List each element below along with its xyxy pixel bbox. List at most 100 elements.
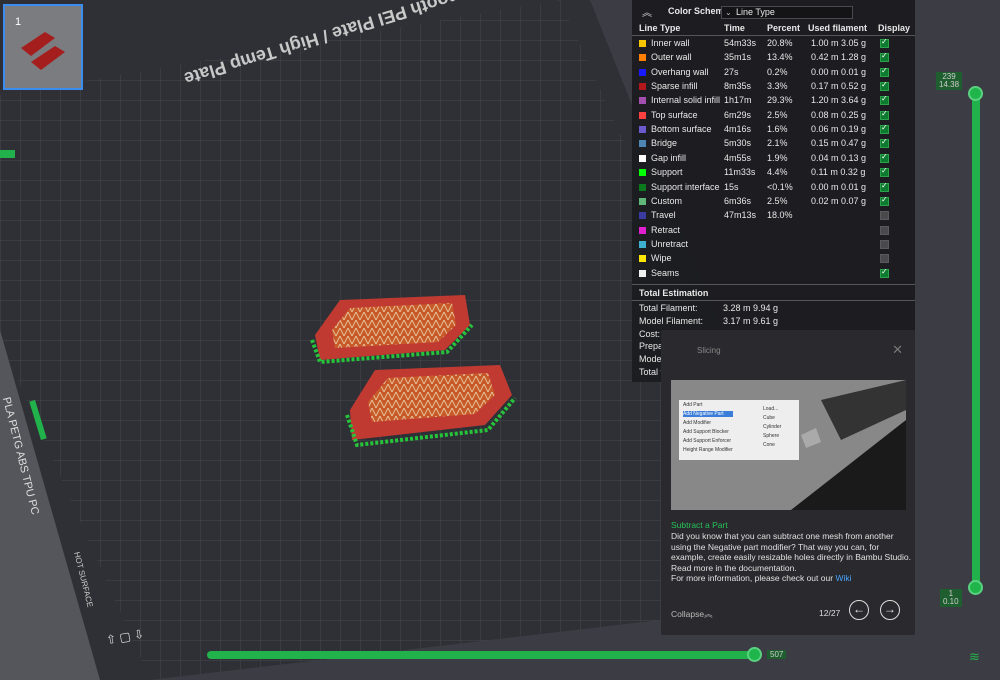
line-type-time: 8m35s: [724, 81, 752, 92]
layers-icon[interactable]: ≋: [969, 649, 980, 665]
line-type-time: 4m55s: [724, 152, 752, 163]
layer-slider-top-thumb[interactable]: [968, 86, 983, 101]
line-type-percent: 2.5%: [767, 195, 788, 206]
legend-row: Travel 47m13s 18.0%: [632, 209, 915, 223]
line-type-time: 15s: [724, 181, 739, 192]
submenu-item: Load...: [763, 406, 779, 412]
line-type-time: 6m36s: [724, 195, 752, 206]
line-type-swatch: [639, 212, 646, 220]
display-checkbox[interactable]: [880, 181, 889, 192]
horizontal-move-slider[interactable]: [207, 651, 757, 659]
legend-row: Sparse infill 8m35s 3.3% 0.17 m 0.52 g: [632, 80, 915, 94]
next-tip-button[interactable]: →: [880, 600, 900, 620]
line-type-name: Bottom surface: [651, 124, 712, 135]
line-type-name: Internal solid infill: [651, 95, 721, 106]
display-checkbox[interactable]: [880, 66, 889, 77]
chevron-down-icon: ⌄: [725, 8, 732, 17]
line-type-swatch: [639, 68, 646, 76]
submenu-item: Cone: [763, 442, 775, 448]
tip-more-text: For more information, please check out o…: [671, 573, 834, 583]
display-checkbox[interactable]: [880, 152, 889, 163]
header-used-filament: Used filament: [808, 23, 868, 33]
tip-image: Add Part Add Negative Part Add Modifier Add…: [671, 380, 906, 510]
horizontal-slider-thumb[interactable]: [747, 647, 762, 662]
tip-page-counter: 12/27: [819, 608, 841, 618]
color-scheme-select[interactable]: ⌄ Line Type: [721, 6, 853, 19]
line-type-name: Custom: [651, 195, 683, 206]
legend-row: Inner wall 54m33s 20.8% 1.00 m 3.05 g: [632, 37, 915, 51]
line-type-swatch: [639, 169, 646, 177]
line-type-name: Support interface: [651, 181, 720, 192]
legend-row: Bridge 5m30s 2.1% 0.15 m 0.47 g: [632, 137, 915, 151]
line-type-time: 1h17m: [724, 95, 752, 106]
display-checkbox[interactable]: [880, 109, 889, 120]
wiki-link[interactable]: Wiki: [835, 573, 851, 583]
line-type-used-filament: 0.06 m 0.19 g: [811, 124, 867, 135]
legend-row: Support 11m33s 4.4% 0.11 m 0.32 g: [632, 166, 915, 180]
layer-slider[interactable]: [972, 92, 980, 587]
menu-item: Add Support Blocker: [683, 429, 729, 435]
legend-row: Wipe: [632, 252, 915, 266]
close-icon[interactable]: ✕: [892, 342, 903, 358]
previous-tip-button[interactable]: ←: [849, 600, 869, 620]
display-checkbox[interactable]: [880, 166, 889, 178]
display-checkbox[interactable]: [880, 80, 889, 92]
line-type-time: 47m13s: [724, 210, 757, 221]
line-type-used-filament: 0.02 m 0.07 g: [811, 195, 867, 206]
menu-item: Add Part: [683, 402, 703, 408]
tip-description: Did you know that you can subtract one m…: [671, 531, 911, 584]
legend-row: Overhang wall 27s 0.2% 0.00 m 0.01 g: [632, 66, 915, 80]
total-key: Total Filament:: [639, 303, 698, 313]
plate-thumbnail[interactable]: 1: [3, 4, 83, 90]
line-type-time: 5m30s: [724, 138, 752, 149]
line-type-swatch: [639, 111, 646, 119]
submenu-item: Cylinder: [763, 424, 782, 430]
display-checkbox[interactable]: [880, 137, 889, 149]
line-type-percent: 29.3%: [767, 95, 793, 106]
total-key: Cost:: [639, 328, 661, 339]
total-row: Total Filament: 3.28 m 9.94 g: [639, 303, 909, 316]
3d-viewport[interactable]: Bambu Smooth PEI Plate / High Temp Plate…: [0, 0, 1000, 680]
line-type-percent: 20.8%: [767, 38, 793, 48]
display-checkbox[interactable]: [880, 225, 889, 235]
legend-header: ︽ Color Scheme ⌄ Line Type: [632, 0, 915, 21]
line-type-used-filament: 0.15 m 0.47 g: [811, 138, 867, 149]
display-checkbox[interactable]: [880, 211, 889, 221]
line-type-percent: 1.9%: [767, 152, 788, 163]
line-type-time: 11m33s: [724, 167, 756, 178]
collapse-chevron-icon[interactable]: ︽: [642, 4, 652, 19]
line-type-used-filament: 0.42 m 1.28 g: [811, 52, 867, 63]
line-type-name: Seams: [651, 267, 680, 278]
header-line-type: Line Type: [639, 23, 681, 33]
line-type-percent: <0.1%: [767, 181, 793, 192]
line-type-swatch: [639, 83, 646, 91]
layer-slider-bottom-thumb[interactable]: [968, 580, 983, 595]
line-type-name: Top surface: [651, 109, 698, 120]
tip-name: Subtract a Part: [671, 520, 728, 530]
legend-row: Outer wall 35m1s 13.4% 0.42 m 1.28 g: [632, 51, 915, 65]
legend-row: Internal solid infill 1h17m 29.3% 1.20 m 3.…: [632, 94, 915, 108]
display-checkbox[interactable]: [880, 123, 889, 135]
display-checkbox[interactable]: [880, 37, 889, 48]
line-type-swatch: [639, 154, 646, 162]
tip-collapse-button[interactable]: Collapse︽: [671, 608, 713, 620]
line-type-swatch: [639, 97, 646, 105]
line-type-name: Outer wall: [651, 52, 692, 63]
collapse-label: Collapse: [671, 609, 705, 619]
line-type-swatch: [639, 40, 646, 47]
display-checkbox[interactable]: [880, 51, 889, 63]
line-type-name: Sparse infill: [651, 81, 698, 92]
display-checkbox[interactable]: [880, 239, 889, 249]
display-checkbox[interactable]: [880, 267, 889, 278]
display-checkbox[interactable]: [880, 254, 889, 264]
line-type-percent: 13.4%: [767, 52, 793, 63]
menu-item: Add Modifier: [683, 420, 712, 426]
tip-description-text: Did you know that you can subtract one m…: [671, 531, 912, 573]
tip-popup: Slicing ✕ Add Part Add Negative Part Add M…: [661, 330, 915, 635]
total-value: 3.17 m 9.61 g: [723, 315, 779, 326]
display-checkbox[interactable]: [880, 94, 889, 106]
menu-item: Add Negative Part: [683, 411, 733, 417]
total-key: Model Filament:: [639, 315, 704, 326]
bottom-layer-label: 1 0.10: [940, 589, 962, 607]
display-checkbox[interactable]: [880, 195, 889, 206]
